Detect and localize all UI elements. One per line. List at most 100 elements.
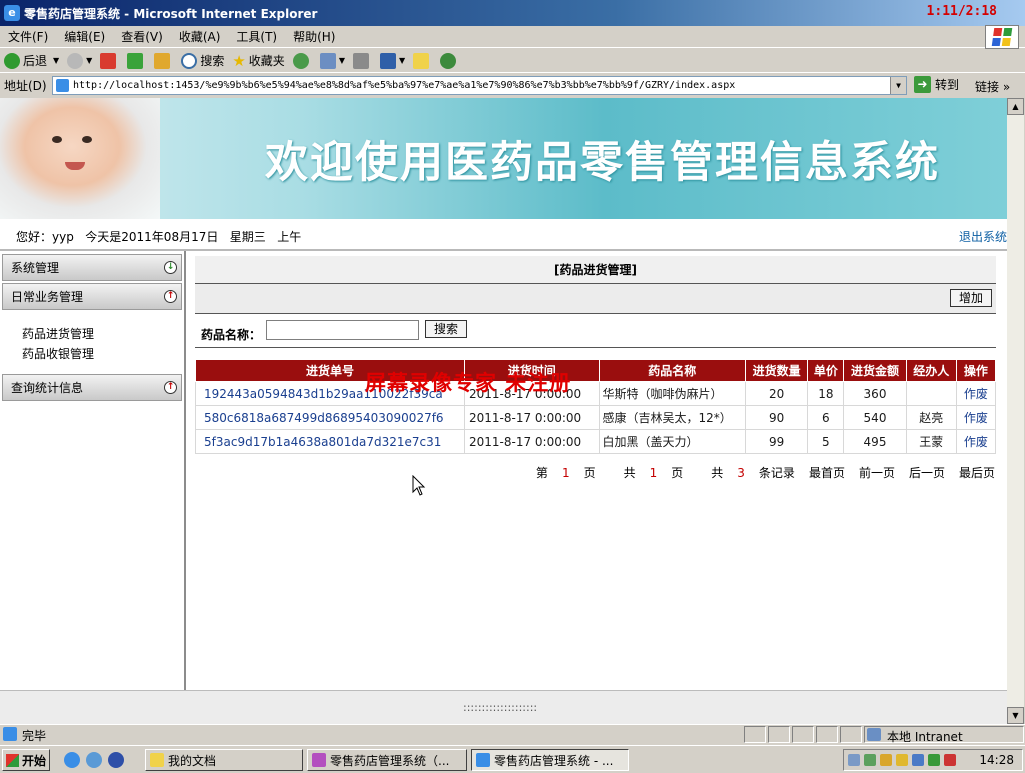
- drug-name-input[interactable]: [266, 320, 419, 340]
- ie-icon: [476, 753, 490, 767]
- tray-icon[interactable]: [928, 754, 940, 766]
- back-button[interactable]: 后退 ▼: [4, 52, 59, 69]
- folder-icon: [150, 753, 164, 767]
- note-icon: [413, 52, 430, 69]
- collapse-icon[interactable]: ↑: [164, 381, 177, 394]
- tray-icon[interactable]: [864, 754, 876, 766]
- menu-help[interactable]: 帮助(H): [285, 28, 343, 45]
- links-label: 链接: [975, 80, 1000, 94]
- page-icon: [56, 79, 69, 92]
- forward-button[interactable]: ▼: [67, 52, 92, 69]
- tray-icon[interactable]: [848, 754, 860, 766]
- col-handler: 经办人: [905, 359, 957, 382]
- start-button[interactable]: 开始: [2, 749, 50, 771]
- media-button[interactable]: [292, 52, 312, 69]
- status-cell: [768, 726, 790, 743]
- refresh-button[interactable]: [127, 52, 146, 69]
- expand-icon[interactable]: ↓: [164, 261, 177, 274]
- ie-quicklaunch-icon[interactable]: [64, 752, 80, 768]
- go-arrow-icon: ➜: [914, 76, 931, 93]
- prev-page-link[interactable]: 前一页: [859, 464, 895, 481]
- scroll-down-icon[interactable]: ▼: [1007, 707, 1024, 724]
- links-button[interactable]: 链接 »: [975, 78, 1010, 95]
- task-label: 我的文档: [168, 753, 217, 768]
- home-button[interactable]: [154, 52, 173, 69]
- back-dropdown-icon[interactable]: ▼: [53, 56, 59, 65]
- address-input[interactable]: http://localhost:1453/%e9%9b%b6%e5%94%ae…: [52, 76, 907, 95]
- stop-button[interactable]: [100, 52, 119, 69]
- task-label: 零售药店管理系统（...: [330, 753, 450, 768]
- time-cell: 2011-8-17 0:00:00: [464, 405, 600, 430]
- menu-tools[interactable]: 工具(T): [228, 28, 285, 45]
- visual-studio-icon: [312, 753, 326, 767]
- discuss-button[interactable]: [413, 52, 432, 69]
- baby-photo: [0, 98, 160, 219]
- amount-cell: 495: [843, 429, 907, 454]
- main-panel: [药品进货管理] 增加 药品名称： 搜索: [195, 256, 996, 348]
- void-link[interactable]: 作废: [955, 381, 997, 406]
- address-label: 地址(D): [4, 78, 47, 93]
- word-icon: [379, 52, 396, 69]
- tray-icon[interactable]: [944, 754, 956, 766]
- handler-cell: 赵亮: [905, 405, 957, 430]
- mouse-cursor-icon: [412, 475, 426, 496]
- go-button[interactable]: ➜ 转到: [914, 76, 959, 93]
- intranet-icon: [867, 728, 881, 741]
- menu-favorites[interactable]: 收藏(A): [171, 28, 229, 45]
- search-button[interactable]: 搜索: [181, 52, 224, 69]
- tray-icon[interactable]: [896, 754, 908, 766]
- menu-view[interactable]: 查看(V): [113, 28, 171, 45]
- greeting-text: 您好：yyp 今天是2011年08月17日 星期三 上午: [16, 230, 302, 244]
- sidebar-item-cashier[interactable]: 药品收银管理: [22, 344, 184, 364]
- recorder-watermark: 屏幕录像专家 未注册: [365, 370, 572, 395]
- last-page-link[interactable]: 最后页: [959, 464, 995, 481]
- drug-name-cell: 白加黑（盖天力）: [598, 429, 747, 454]
- tray-icon[interactable]: [912, 754, 924, 766]
- media-quicklaunch-icon[interactable]: [108, 752, 124, 768]
- address-dropdown-icon[interactable]: ▼: [890, 77, 906, 94]
- recording-clock: 1:11/2:18: [926, 4, 997, 19]
- tray-clock: 14:28: [979, 753, 1014, 767]
- scroll-up-icon[interactable]: ▲: [1007, 98, 1024, 115]
- edit-button[interactable]: ▼: [379, 52, 405, 69]
- favorites-button[interactable]: ★ 收藏夹: [232, 52, 284, 70]
- browser-toolbar: 后退 ▼ ▼ 搜索 ★ 收藏夹 ▼ ▼: [0, 49, 1025, 73]
- sidebar-section-query[interactable]: 查询统计信息 ↑: [2, 374, 182, 401]
- handler-cell: 王蒙: [905, 429, 957, 454]
- favorites-label: 收藏夹: [248, 54, 285, 68]
- void-link[interactable]: 作废: [955, 405, 997, 430]
- outlook-quicklaunch-icon[interactable]: [86, 752, 102, 768]
- print-button[interactable]: [352, 52, 372, 69]
- menu-edit[interactable]: 编辑(E): [56, 28, 113, 45]
- void-link[interactable]: 作废: [955, 429, 997, 454]
- address-url: http://localhost:1453/%e9%9b%b6%e5%94%ae…: [73, 80, 736, 91]
- search-row: 药品名称： 搜索: [195, 314, 996, 348]
- sidebar-item-purchase[interactable]: 药品进货管理: [22, 324, 184, 344]
- menu-file[interactable]: 文件(F): [0, 28, 56, 45]
- sidebar-items: 药品进货管理 药品收银管理: [0, 310, 184, 374]
- task-vs-app[interactable]: 零售药店管理系统（...: [307, 749, 467, 771]
- sidebar-section-label: 系统管理: [11, 261, 60, 275]
- sidebar-section-system[interactable]: 系统管理 ↓: [2, 254, 182, 281]
- task-ie-app[interactable]: 零售药店管理系统 - ...: [471, 749, 629, 771]
- first-page-link[interactable]: 最首页: [809, 464, 845, 481]
- purchase-table: 进货单号 进货时间 药品名称 进货数量 单价 进货金额 经办人 操作 19244…: [195, 359, 997, 454]
- messenger-button[interactable]: [440, 52, 459, 69]
- total-pages: 共1页: [623, 466, 684, 480]
- panel-title: [药品进货管理]: [195, 256, 996, 284]
- tray-icon[interactable]: [880, 754, 892, 766]
- mail-button[interactable]: ▼: [319, 52, 345, 69]
- vertical-scrollbar[interactable]: ▲ ▼: [1007, 98, 1024, 724]
- handler-cell: [905, 381, 957, 406]
- collapse-icon[interactable]: ↑: [164, 290, 177, 303]
- record-count: 共 3 条记录: [711, 466, 795, 480]
- next-page-link[interactable]: 后一页: [909, 464, 945, 481]
- sidebar-section-daily[interactable]: 日常业务管理 ↑: [2, 283, 182, 310]
- search-button[interactable]: 搜索: [425, 320, 467, 338]
- logout-link[interactable]: 退出系统: [959, 228, 1007, 245]
- forward-dropdown-icon[interactable]: ▼: [86, 56, 92, 65]
- task-my-documents[interactable]: 我的文档: [145, 749, 303, 771]
- col-qty: 进货数量: [745, 359, 809, 382]
- add-button[interactable]: 增加: [950, 289, 992, 307]
- home-icon: [154, 52, 171, 69]
